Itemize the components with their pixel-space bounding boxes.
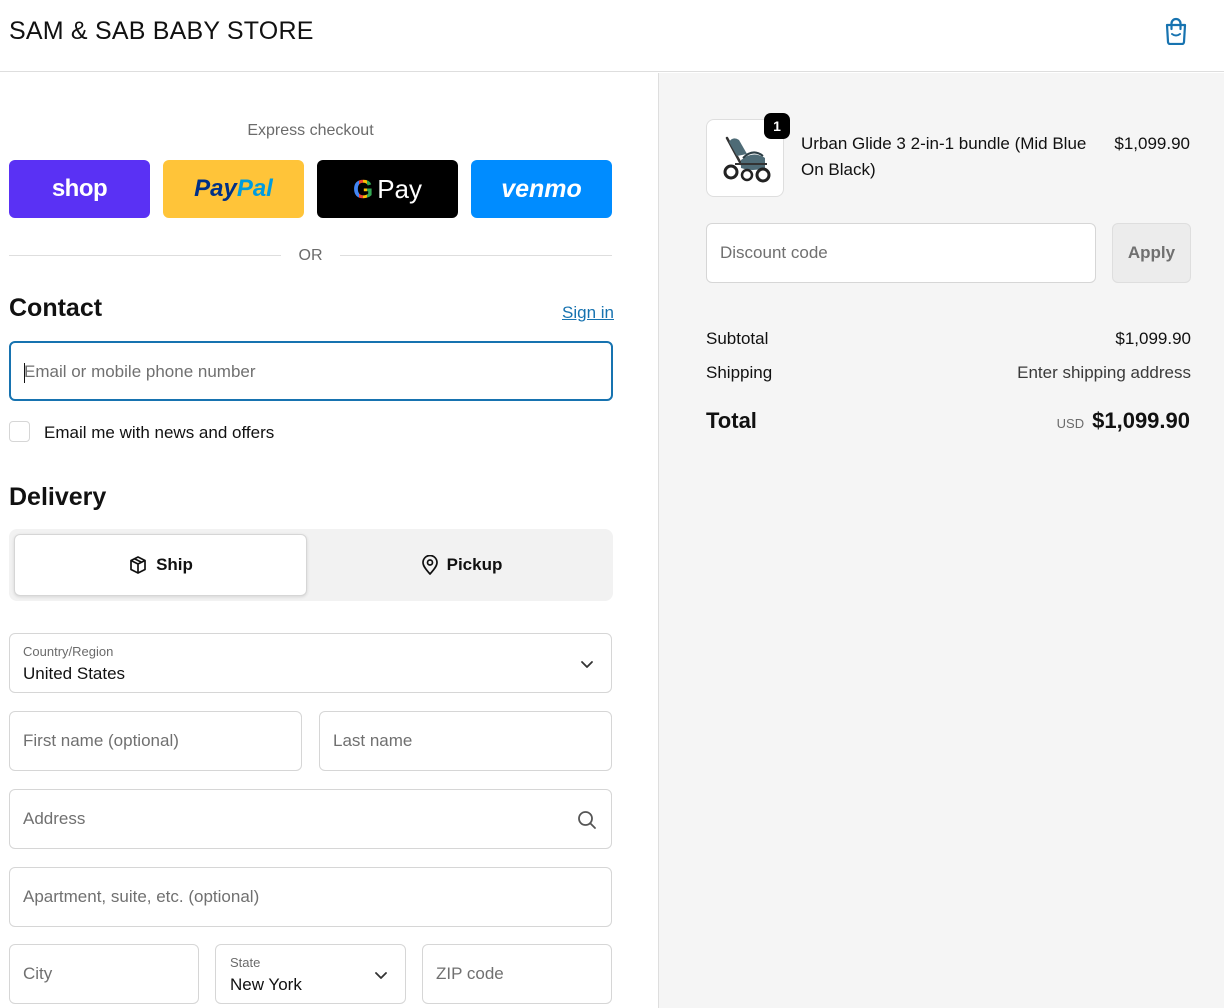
zip-placeholder: ZIP code xyxy=(436,964,504,983)
zip-field[interactable]: ZIP code xyxy=(422,944,612,1004)
location-pin-icon xyxy=(421,555,438,575)
last-name-placeholder: Last name xyxy=(333,731,413,750)
shipping-label: Shipping xyxy=(706,363,773,382)
google-pay-button[interactable]: G Pay xyxy=(317,160,458,218)
quantity-badge: 1 xyxy=(764,113,790,139)
apartment-placeholder: Apartment, suite, etc. (optional) xyxy=(23,887,260,906)
state-select[interactable]: State New York xyxy=(215,944,406,1004)
shipping-value: Enter shipping address xyxy=(1017,363,1191,382)
first-name-placeholder: First name (optional) xyxy=(23,731,179,750)
subtotal-row: Subtotal $1,099.90 xyxy=(706,329,1191,349)
shop-pay-button[interactable]: shop xyxy=(9,160,150,218)
shopping-bag-icon xyxy=(1165,17,1187,45)
google-g-icon: G xyxy=(352,173,374,204)
newsletter-label[interactable]: Email me with news and offers xyxy=(44,423,274,443)
search-icon[interactable] xyxy=(576,809,598,831)
package-icon xyxy=(130,556,146,574)
delivery-method-toggle: Ship Pickup xyxy=(9,529,613,601)
apartment-field[interactable]: Apartment, suite, etc. (optional) xyxy=(9,867,612,927)
contact-title: Contact xyxy=(9,294,103,322)
shop-pay-logo: shop xyxy=(51,175,108,202)
product-price: $1,099.90 xyxy=(1114,134,1190,153)
order-summary: 1 Urban Glide 3 2-in-1 bundle (Mid Blue … xyxy=(658,73,1224,1008)
ship-option[interactable]: Ship xyxy=(14,534,307,596)
country-label: Country/Region xyxy=(23,644,114,659)
discount-placeholder: Discount code xyxy=(720,243,828,262)
sign-in-link[interactable]: Sign in xyxy=(562,303,614,323)
total-label: Total xyxy=(706,408,757,433)
cart-button[interactable] xyxy=(1161,16,1191,46)
total-currency: USD xyxy=(1056,416,1085,431)
pickup-option[interactable]: Pickup xyxy=(315,534,608,596)
total-amount: USD $1,099.90 xyxy=(1057,408,1190,434)
chevron-down-icon xyxy=(375,972,387,979)
paypal-button[interactable]: PayPal xyxy=(163,160,304,218)
chevron-down-icon xyxy=(581,661,593,668)
state-value: New York xyxy=(230,975,302,994)
discount-code-field[interactable]: Discount code xyxy=(706,223,1096,283)
store-name[interactable]: SAM & SAB BABY STORE xyxy=(9,17,314,46)
ship-label: Ship xyxy=(156,555,193,574)
city-placeholder: City xyxy=(23,964,53,983)
state-label: State xyxy=(230,955,261,970)
checkout-form: Express checkout shop PayPal G Pay venmo… xyxy=(0,73,658,1008)
country-select[interactable]: Country/Region United States xyxy=(9,633,612,693)
shipping-row: Shipping Enter shipping address xyxy=(706,363,1191,383)
last-name-field[interactable]: Last name xyxy=(319,711,612,771)
address-placeholder: Address xyxy=(23,809,86,828)
country-value: United States xyxy=(23,664,126,683)
or-divider: OR xyxy=(9,245,612,267)
email-placeholder: Email or mobile phone number xyxy=(24,362,256,381)
or-label: OR xyxy=(298,247,323,264)
city-field[interactable]: City xyxy=(9,944,199,1004)
delivery-title: Delivery xyxy=(9,483,107,511)
newsletter-checkbox[interactable] xyxy=(9,421,30,442)
first-name-field[interactable]: First name (optional) xyxy=(9,711,302,771)
address-field[interactable]: Address xyxy=(9,789,612,849)
venmo-button[interactable]: venmo xyxy=(471,160,612,218)
total-value: $1,099.90 xyxy=(1092,408,1190,433)
venmo-logo: venmo xyxy=(501,174,582,203)
google-pay-logo: G Pay xyxy=(352,173,423,204)
subtotal-label: Subtotal xyxy=(706,329,769,348)
header: SAM & SAB BABY STORE xyxy=(0,0,1224,72)
email-field[interactable]: Email or mobile phone number xyxy=(9,341,613,401)
express-checkout-label: Express checkout xyxy=(247,122,374,139)
product-name: Urban Glide 3 2-in-1 bundle (Mid Blue On… xyxy=(801,134,1087,179)
subtotal-value: $1,099.90 xyxy=(1115,329,1191,348)
paypal-logo: PayPal xyxy=(194,175,273,202)
pickup-label: Pickup xyxy=(446,555,503,574)
apply-button[interactable]: Apply xyxy=(1112,223,1191,283)
